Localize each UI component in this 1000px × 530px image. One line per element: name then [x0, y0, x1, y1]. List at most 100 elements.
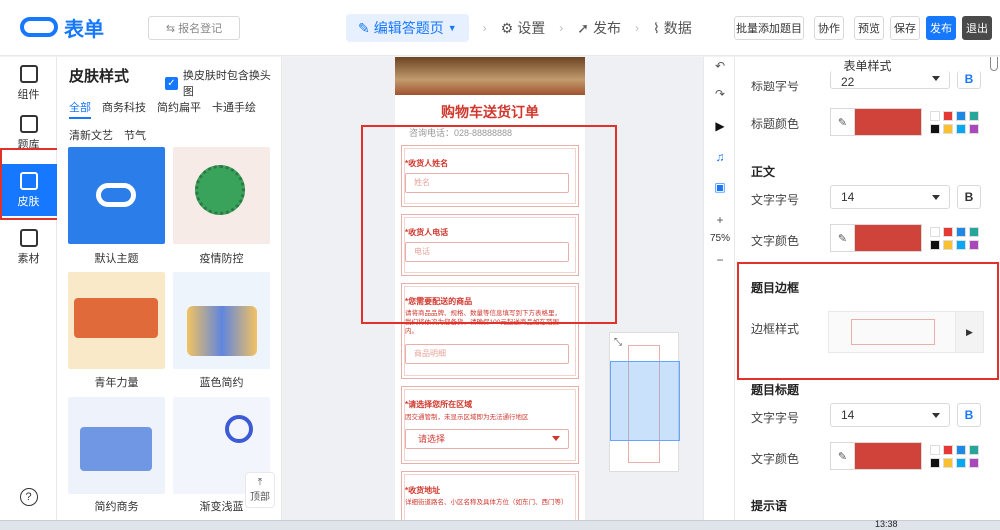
region-select[interactable]: 请选择 — [405, 429, 569, 449]
qtitle-color-picker[interactable]: ✎ — [830, 442, 979, 470]
swatch[interactable] — [943, 123, 953, 134]
nav-components[interactable]: 组件 — [0, 59, 57, 107]
swatch[interactable] — [943, 226, 953, 237]
skin-thumb-business[interactable] — [68, 397, 165, 494]
qtitle-size-select[interactable]: 14 — [830, 403, 950, 427]
question-hint: 详细街道路名、小区名称及具体方位（如东门、西门等） — [405, 499, 568, 506]
swatch[interactable] — [930, 110, 940, 121]
form-register-button[interactable]: ⇆ 报名登记 — [148, 16, 240, 40]
eyedropper-icon[interactable]: ✎ — [830, 442, 854, 470]
play-icon[interactable]: ▶ — [704, 119, 736, 133]
title-color-picker[interactable]: ✎ — [830, 108, 979, 136]
chevron-down-icon — [932, 76, 940, 81]
swatch[interactable] — [969, 110, 979, 121]
step-publish-label: 发布 — [592, 20, 621, 36]
swatch[interactable] — [969, 457, 979, 468]
body-color-swatch[interactable] — [854, 224, 922, 252]
zoom-level: 75% — [709, 233, 730, 244]
preset-swatches — [930, 444, 979, 468]
title-bold-button[interactable]: B — [957, 71, 981, 89]
minimap-viewport[interactable] — [610, 361, 680, 441]
zoom-in-icon[interactable]: + — [704, 213, 736, 227]
step-data[interactable]: ⌇ 数据 — [653, 18, 692, 38]
category-tab[interactable]: 清新文艺 — [69, 127, 113, 143]
collaborate-button[interactable]: 协作 — [814, 16, 844, 40]
swatch[interactable] — [943, 444, 953, 455]
checkbox-checked-icon: ✓ — [165, 76, 178, 90]
minimap[interactable]: ⤡ — [609, 332, 680, 472]
step-settings-label: 设置 — [517, 20, 546, 36]
chevron-down-icon — [932, 195, 940, 200]
swatch[interactable] — [930, 226, 940, 237]
team-illustration-icon — [80, 427, 152, 471]
title-size-label: 标题字号 — [751, 79, 800, 93]
skin-thumb-default[interactable] — [68, 147, 165, 244]
goods-detail-input[interactable]: 商品明细 — [405, 344, 569, 364]
swatch[interactable] — [943, 110, 953, 121]
waveform-icon[interactable]: ▣ — [704, 180, 736, 194]
preview-button[interactable]: 预览 — [854, 16, 884, 40]
step-edit[interactable]: ✎ 编辑答题页 ▼ — [346, 14, 469, 42]
swatch[interactable] — [956, 110, 966, 121]
swatch[interactable] — [956, 444, 966, 455]
step-settings[interactable]: ⚙ 设置 — [501, 18, 546, 38]
title-color-swatch[interactable] — [854, 108, 922, 136]
publish-button[interactable]: 发布 — [926, 16, 956, 40]
step-publish[interactable]: ➚ 发布 — [577, 18, 621, 38]
arrow-up-icon: ⤒ — [257, 477, 263, 488]
qtitle-bold-button[interactable]: B — [957, 403, 981, 427]
form-title[interactable]: 购物车送货订单 — [395, 102, 585, 122]
chart-icon: ⌇ — [652, 19, 660, 36]
save-button[interactable]: 保存 — [890, 16, 920, 40]
exit-button[interactable]: 退出 — [962, 16, 992, 40]
swatch[interactable] — [956, 457, 966, 468]
back-to-top-button[interactable]: ⤒ 顶部 — [245, 472, 275, 508]
include-header-checkbox[interactable]: ✓ 换皮肤时包含换头图 — [165, 67, 281, 99]
swatch[interactable] — [943, 239, 953, 250]
body-size-select[interactable]: 14 — [830, 185, 950, 209]
question-label: *请选择您所在区域 — [405, 400, 473, 409]
category-tab-all[interactable]: 全部 — [69, 99, 91, 119]
property-panel: 表单样式 标题字号 22 B 标题颜色 ✎ 正文 文字字号 14 B 文字颜色 … — [735, 57, 1000, 520]
category-tab[interactable]: 简约扁平 — [157, 99, 201, 119]
category-tab[interactable]: 节气 — [124, 127, 146, 143]
category-tab[interactable]: 商务科技 — [102, 99, 146, 119]
help-button[interactable]: ? — [0, 482, 57, 512]
body-bold-button[interactable]: B — [957, 185, 981, 209]
swatch[interactable] — [969, 444, 979, 455]
swatch[interactable] — [943, 457, 953, 468]
skin-thumb-blue-simple[interactable] — [173, 272, 270, 369]
zoom-out-icon[interactable]: − — [704, 253, 736, 267]
body-color-picker[interactable]: ✎ — [830, 224, 979, 252]
swatch[interactable] — [956, 123, 966, 134]
swatch[interactable] — [930, 239, 940, 250]
body-color-label: 文字颜色 — [751, 234, 800, 248]
nav-materials[interactable]: 素材 — [0, 223, 57, 271]
question-card[interactable] — [401, 386, 579, 464]
skin-thumb-epidemic[interactable] — [173, 147, 270, 244]
swatch[interactable] — [930, 457, 940, 468]
redo-icon[interactable]: ↷ — [704, 87, 736, 101]
music-icon[interactable]: ♫ — [704, 150, 736, 164]
left-icon-nav: 组件 题库 皮肤 素材 ? — [0, 57, 57, 520]
qtitle-color-swatch[interactable] — [854, 442, 922, 470]
swatch[interactable] — [956, 226, 966, 237]
eyedropper-icon[interactable]: ✎ — [830, 224, 854, 252]
send-icon: ➚ — [577, 19, 589, 36]
app-logo[interactable]: 表单 — [20, 12, 104, 42]
undo-icon[interactable]: ↶ — [704, 59, 736, 73]
swatch[interactable] — [969, 123, 979, 134]
title-size-select[interactable]: 22 — [830, 71, 950, 89]
category-tab[interactable]: 卡通手绘 — [212, 99, 256, 119]
eyedropper-icon[interactable]: ✎ — [830, 108, 854, 136]
swatch[interactable] — [969, 226, 979, 237]
collapse-icon[interactable]: ⤡ — [614, 337, 628, 351]
batch-add-button[interactable]: 批量添加题目 — [734, 16, 804, 40]
swatch[interactable] — [956, 239, 966, 250]
people-stars-illustration-icon — [187, 306, 257, 356]
swatch[interactable] — [969, 239, 979, 250]
skin-thumb-youth[interactable] — [68, 272, 165, 369]
swatch[interactable] — [930, 123, 940, 134]
swatch[interactable] — [930, 444, 940, 455]
step-separator: › — [559, 21, 564, 35]
